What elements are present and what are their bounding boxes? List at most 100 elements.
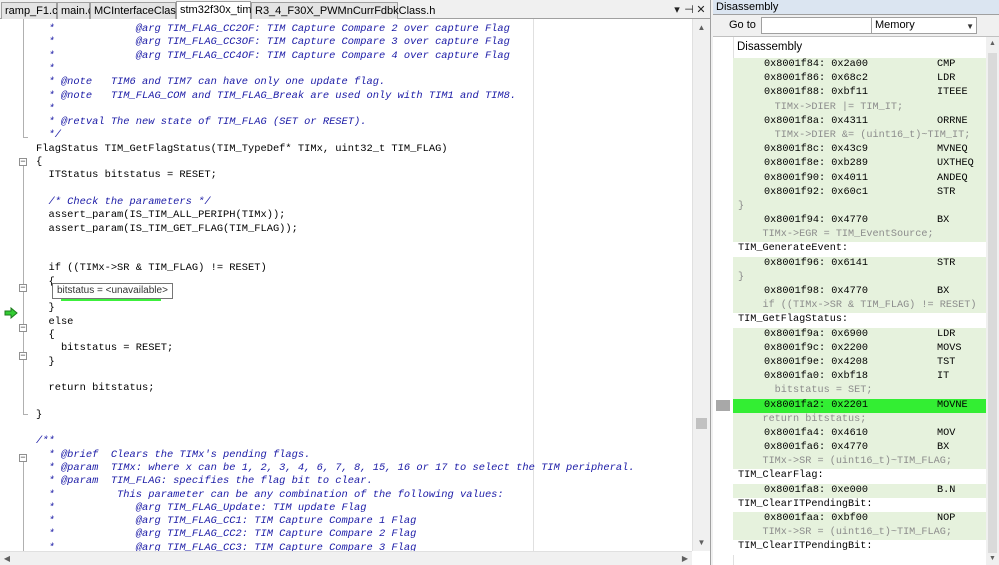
instruction-row[interactable]: 0x8001f84: 0x2a00 CMP (733, 58, 986, 73)
code-line: assert_param(IS_TIM_ALL_PERIPH(TIMx)); (36, 209, 286, 222)
disassembly-title: Disassembly (713, 0, 999, 15)
scroll-down-icon[interactable]: ▼ (986, 552, 999, 565)
source-line-row[interactable]: return bitstatus; (733, 412, 986, 427)
instruction-row[interactable]: 0x8001f94: 0x4770 BX (733, 214, 986, 229)
instruction-mnemonic: STR (937, 186, 956, 198)
goto-address-combo[interactable]: ▼ (761, 17, 881, 34)
tab-stm32f30x-tim[interactable]: stm32f30x_tim.c (176, 1, 260, 19)
instruction-row[interactable]: 0x8001f90: 0x4011 ANDEQ (733, 171, 986, 186)
instruction-address: 0x8001f96: 0x6141 (764, 257, 868, 269)
instruction-row[interactable]: 0x8001f9e: 0x4208 TST (733, 355, 986, 371)
instruction-address: 0x8001f8e: 0xb289 (764, 158, 868, 170)
source-line-row[interactable]: bitstatus = SET; (733, 384, 986, 399)
fold-toggle-icon[interactable]: − (19, 284, 27, 293)
code-line: /** (36, 435, 55, 448)
source-line-row[interactable]: TIMx->SR = (uint16_t)~TIM_FLAG; (733, 526, 986, 541)
instruction-row[interactable]: 0x8001f88: 0xbf11 ITEEE (733, 86, 986, 101)
editor-vertical-scrollbar[interactable]: ▲ ▼ (692, 19, 710, 551)
instruction-row[interactable]: 0x8001fa4: 0x4610 MOV (733, 426, 986, 442)
source-text: return bitstatus; (738, 413, 867, 425)
close-icon[interactable]: ✕ (695, 3, 707, 16)
instruction-address: 0x8001f9e: 0x4208 (764, 356, 868, 368)
code-line: assert_param(IS_TIM_GET_FLAG(TIM_FLAG)); (36, 222, 298, 235)
function-label-row[interactable]: TIM_ClearFlag: (733, 469, 986, 484)
scroll-up-icon[interactable]: ▲ (986, 37, 999, 50)
fold-toggle-icon[interactable]: − (19, 158, 27, 167)
source-line-row[interactable]: TIMx->EGR = TIM_EventSource; (733, 228, 986, 243)
chevron-down-icon[interactable]: ▼ (966, 19, 974, 34)
fold-toggle-icon[interactable]: − (19, 324, 27, 333)
instruction-address: 0x8001f94: 0x4770 (764, 215, 868, 227)
disassembly-scrollbar[interactable]: ▲ ▼ (986, 37, 999, 565)
instruction-row[interactable]: 0x8001fa8: 0xe000 B.N (733, 483, 986, 498)
source-text: } (738, 200, 745, 212)
instruction-mnemonic: LDR (937, 73, 956, 85)
tab-list-arrow-icon[interactable]: ▾ (671, 3, 683, 16)
current-instruction-marker (716, 400, 730, 411)
instruction-mnemonic: ANDEQ (937, 172, 968, 184)
current-instruction-row[interactable]: 0x8001fa2: 0x2201 MOVNE (733, 398, 986, 413)
instruction-mnemonic: IT (937, 371, 950, 383)
disassembly-view[interactable]: Disassembly 0x8001f84: 0x2a00 CMP 0x8001f8… (713, 37, 999, 565)
source-text: TIMx->DIER &= (uint16_t)~TIM_IT; (738, 129, 971, 141)
instruction-row[interactable]: 0x8001f8e: 0xb289 UXTHEQ (733, 157, 986, 172)
instruction-address: 0x8001f86: 0x68c2 (764, 73, 868, 85)
code-line: return bitstatus; (36, 382, 155, 395)
instruction-address: 0x8001fa4: 0x4610 (764, 427, 868, 439)
editor-gutter: − − − − − (0, 19, 30, 551)
fold-toggle-icon[interactable]: − (19, 454, 27, 463)
instruction-row[interactable]: 0x8001f92: 0x60c1 STR (733, 185, 986, 200)
scroll-down-icon[interactable]: ▼ (693, 534, 710, 551)
editor-horizontal-scrollbar[interactable]: ◀ ▶ (0, 551, 692, 565)
scroll-right-icon[interactable]: ▶ (678, 552, 692, 565)
tab-controls: ▾ ⊣ ✕ (671, 3, 707, 16)
scroll-thumb[interactable] (696, 418, 707, 429)
function-label: TIM_ClearFlag: (738, 470, 824, 482)
instruction-row[interactable]: 0x8001f9a: 0x6900 LDR (733, 327, 986, 342)
instruction-mnemonic: MVNEQ (937, 144, 968, 156)
tab-r3-4-f30x-pwm[interactable]: R3_4_F30X_PWMnCurrFdbkClass.h (251, 2, 435, 19)
fold-toggle-icon[interactable]: − (19, 352, 27, 361)
source-line-row[interactable]: if ((TIMx->SR & TIM_FLAG) != RESET) (733, 299, 986, 314)
fold-guide (23, 19, 24, 137)
scroll-thumb[interactable] (988, 53, 997, 553)
instruction-row[interactable]: 0x8001f96: 0x6141 STR (733, 256, 986, 271)
source-line-row[interactable]: TIMx->DIER &= (uint16_t)~TIM_IT; (733, 128, 986, 144)
function-label: TIM_GenerateEvent: (738, 243, 849, 255)
instruction-row[interactable]: 0x8001f86: 0x68c2 LDR (733, 72, 986, 87)
tab-mcinterfaceclass[interactable]: MCInterfaceClass.c (90, 2, 190, 19)
instruction-row[interactable]: 0x8001f9c: 0x2200 MOVS (733, 341, 986, 356)
code-line: * @param TIM_FLAG: specifies the flag bi… (36, 475, 373, 488)
source-line-row[interactable]: } (733, 199, 986, 215)
instruction-row[interactable]: 0x8001fa6: 0x4770 BX (733, 441, 986, 456)
function-label-row[interactable]: TIM_GenerateEvent: (733, 242, 986, 257)
source-line-row[interactable]: TIMx->SR = (uint16_t)~TIM_FLAG; (733, 455, 986, 470)
disassembly-listing[interactable]: 0x8001f84: 0x2a00 CMP 0x8001f86: 0x68c2 LDR… (733, 58, 986, 565)
tab-main[interactable]: main.c (57, 2, 93, 19)
instruction-row[interactable]: 0x8001f98: 0x4770 BX (733, 285, 986, 300)
code-line: } (36, 302, 55, 315)
function-label: TIM_ClearITPendingBit: (738, 498, 873, 510)
function-label-row[interactable]: TIM_ClearITPendingBit: (733, 540, 986, 555)
code-line: ITStatus bitstatus = RESET; (36, 169, 217, 182)
instruction-row[interactable]: 0x8001fa0: 0xbf18 IT (733, 370, 986, 385)
instruction-mnemonic: CMP (937, 59, 956, 70)
source-line-row[interactable]: TIMx->DIER |= TIM_IT; (733, 100, 986, 115)
code-line: * @note TIM_FLAG_COM and TIM_FLAG_Break … (36, 89, 517, 102)
instruction-row[interactable]: 0x8001faa: 0xbf00 NOP (733, 512, 986, 527)
scroll-left-icon[interactable]: ◀ (0, 552, 14, 565)
pin-icon[interactable]: ⊣ (683, 3, 695, 16)
editor-pane: ramp_F1.c main.c MCInterfaceClass.c stm3… (0, 0, 711, 565)
scroll-up-icon[interactable]: ▲ (693, 19, 710, 36)
instruction-mnemonic: MOV (937, 427, 956, 439)
memory-select[interactable]: Memory ▼ (871, 17, 977, 34)
source-line-row[interactable]: } (733, 270, 986, 285)
instruction-row[interactable]: 0x8001f8a: 0x4311 ORRNE (733, 114, 986, 129)
instruction-row[interactable]: 0x8001f8c: 0x43c9 MVNEQ (733, 143, 986, 158)
function-label-row[interactable]: TIM_ClearITPendingBit: (733, 497, 986, 512)
instruction-address: 0x8001f8c: 0x43c9 (764, 144, 868, 156)
function-label-row[interactable]: TIM_GetFlagStatus: (733, 313, 986, 328)
code-line: { (36, 156, 43, 168)
tab-ramp-f1[interactable]: ramp_F1.c (1, 2, 58, 19)
source-text: bitstatus = SET; (738, 385, 873, 397)
